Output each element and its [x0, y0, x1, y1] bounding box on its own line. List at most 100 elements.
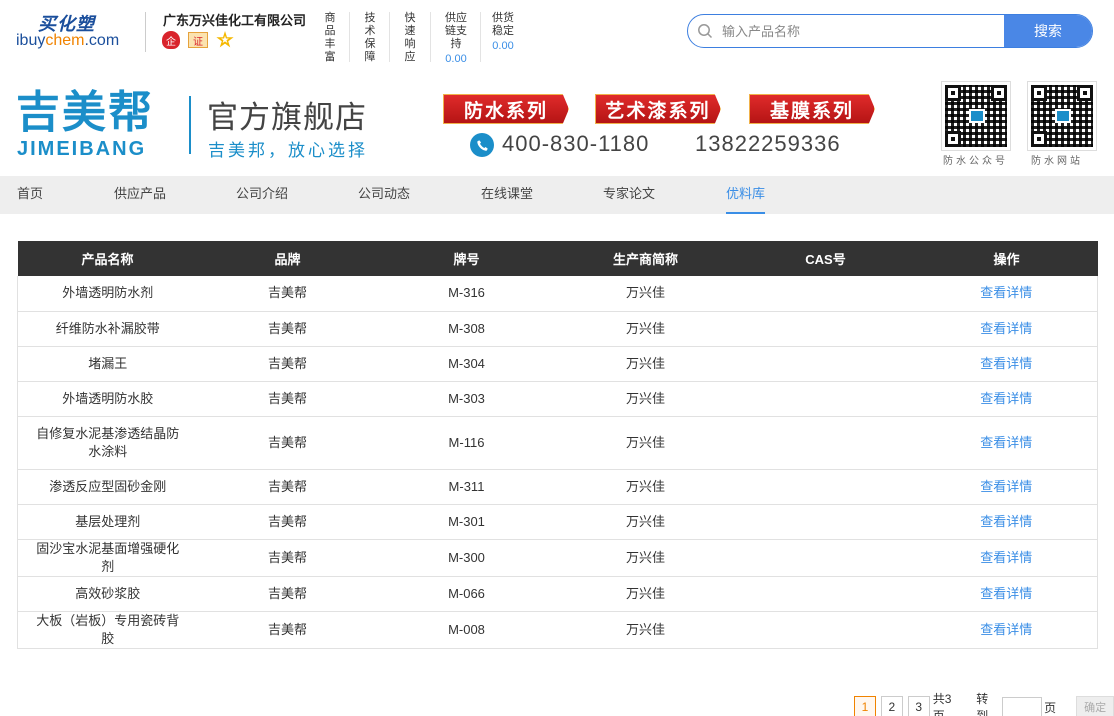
cell-product-name: 大板（岩板）专用瓷砖背胶: [17, 611, 198, 649]
table-row: 渗透反应型固砂金刚 吉美帮 M-311 万兴佳 查看详情: [17, 469, 1098, 505]
cell-product-name: 基层处理剂: [17, 504, 198, 540]
series-waterproof-button[interactable]: 防水系列: [443, 94, 569, 124]
cell-manufacturer: 万兴佳: [555, 576, 736, 612]
table-header-row: 产品名称 品牌 牌号 生产商简称 CAS号 操作: [17, 241, 1098, 276]
view-details-link[interactable]: 查看详情: [980, 321, 1032, 336]
store-nav: 首页 供应产品 公司介绍 公司动态 在线课堂 专家论文 优料库: [0, 176, 1114, 214]
nav-company-intro[interactable]: 公司介绍: [236, 176, 288, 214]
cell-grade: M-311: [377, 469, 556, 505]
search-bar: 搜索: [687, 14, 1093, 48]
phone-icon: [470, 133, 494, 157]
cell-action: 查看详情: [915, 504, 1098, 540]
nav-company-news[interactable]: 公司动态: [358, 176, 410, 214]
cell-brand: 吉美帮: [197, 381, 378, 417]
cell-brand: 吉美帮: [197, 611, 378, 649]
page-input[interactable]: [1002, 697, 1043, 716]
nav-home[interactable]: 首页: [17, 176, 43, 214]
cell-product-name: 外墙透明防水剂: [17, 276, 198, 312]
view-details-link[interactable]: 查看详情: [980, 514, 1032, 529]
search-icon: [688, 15, 722, 47]
cell-brand: 吉美帮: [197, 346, 378, 382]
view-details-link[interactable]: 查看详情: [980, 285, 1032, 300]
view-details-link[interactable]: 查看详情: [980, 435, 1032, 450]
page-1-button[interactable]: 1: [854, 696, 876, 716]
feature-supply-chain: 供应链支持 0.00: [445, 12, 467, 65]
view-details-link[interactable]: 查看详情: [980, 550, 1032, 565]
cell-brand: 吉美帮: [197, 311, 378, 347]
cell-grade: M-066: [377, 576, 556, 612]
page-2-button[interactable]: 2: [880, 696, 903, 716]
nav-products[interactable]: 供应产品: [114, 176, 166, 214]
view-details-link[interactable]: 查看详情: [980, 356, 1032, 371]
enterprise-badge-icon[interactable]: 企: [162, 31, 180, 49]
star-badge-icon[interactable]: ★: [216, 31, 234, 48]
table-row: 大板（岩板）专用瓷砖背胶 吉美帮 M-008 万兴佳 查看详情: [17, 611, 1098, 649]
cell-action: 查看详情: [915, 416, 1098, 470]
divider: [430, 12, 431, 62]
store-slogan: 吉美邦，放心选择: [208, 141, 368, 160]
table-row: 外墙透明防水胶 吉美帮 M-303 万兴佳 查看详情: [17, 381, 1098, 417]
cell-cas: [735, 381, 916, 417]
header-action: 操作: [915, 241, 1098, 276]
cell-action: 查看详情: [915, 346, 1098, 382]
divider: [349, 12, 350, 62]
series-primer-button[interactable]: 基膜系列: [749, 94, 875, 124]
store-title: 官方旗舰店: [207, 100, 367, 135]
nav-expert-papers[interactable]: 专家论文: [603, 176, 655, 214]
mobile-number: 13822259336: [695, 131, 841, 156]
series-art-paint-button[interactable]: 艺术漆系列: [595, 94, 721, 124]
cell-action: 查看详情: [915, 611, 1098, 649]
cell-cas: [735, 576, 916, 612]
qr-code-website-icon[interactable]: [1027, 81, 1097, 151]
cell-grade: M-300: [377, 539, 556, 577]
cell-action: 查看详情: [915, 276, 1098, 312]
top-bar: 买化塑 ibuychem.com 广东万兴佳化工有限公司 企 证 ★ 商品丰富 …: [0, 0, 1114, 72]
cell-cas: [735, 311, 916, 347]
cell-cas: [735, 416, 916, 470]
page-unit: 页: [1044, 700, 1057, 715]
page-3-button[interactable]: 3: [907, 696, 930, 716]
divider: [389, 12, 390, 62]
cell-grade: M-008: [377, 611, 556, 649]
brand-name-cn: 吉美帮: [16, 88, 154, 137]
qr-label-wechat: 防水公众号: [943, 156, 1008, 167]
cell-brand: 吉美帮: [197, 576, 378, 612]
ibuychem-logo[interactable]: 买化塑 ibuychem.com: [16, 8, 128, 56]
cell-action: 查看详情: [915, 539, 1098, 577]
nav-material-library[interactable]: 优料库: [726, 176, 766, 214]
cell-manufacturer: 万兴佳: [555, 346, 736, 382]
page-total: 共3页: [932, 692, 952, 716]
cell-product-name: 固沙宝水泥基面增强硬化剂: [17, 539, 198, 577]
cell-product-name: 渗透反应型固砂金刚: [17, 469, 198, 505]
certification-badges: 企 证 ★: [162, 31, 234, 49]
search-button[interactable]: 搜索: [1004, 15, 1092, 47]
view-details-link[interactable]: 查看详情: [980, 622, 1032, 637]
search-input[interactable]: [722, 15, 1004, 47]
go-button[interactable]: 确定: [1076, 696, 1114, 716]
cell-brand: 吉美帮: [197, 469, 378, 505]
nav-online-class[interactable]: 在线课堂: [481, 176, 533, 214]
cell-action: 查看详情: [915, 311, 1098, 347]
store-banner: 吉美帮 JIMEIBANG 官方旗舰店 吉美邦，放心选择 防水系列 艺术漆系列 …: [0, 74, 1114, 176]
cell-cas: [735, 504, 916, 540]
cell-product-name: 高效砂浆胶: [17, 576, 198, 612]
cell-brand: 吉美帮: [197, 504, 378, 540]
company-name[interactable]: 广东万兴佳化工有限公司: [163, 10, 306, 29]
license-badge-icon[interactable]: 证: [188, 32, 208, 48]
view-details-link[interactable]: 查看详情: [980, 586, 1032, 601]
qr-code-wechat-icon[interactable]: [941, 81, 1011, 151]
table-row: 自修复水泥基渗透结晶防水涂料 吉美帮 M-116 万兴佳 查看详情: [17, 416, 1098, 470]
table-row: 外墙透明防水剂 吉美帮 M-316 万兴佳 查看详情: [17, 276, 1098, 312]
view-details-link[interactable]: 查看详情: [980, 391, 1032, 406]
cell-grade: M-301: [377, 504, 556, 540]
cell-brand: 吉美帮: [197, 416, 378, 470]
header-product-name: 产品名称: [17, 241, 198, 276]
cell-grade: M-316: [377, 276, 556, 312]
view-details-link[interactable]: 查看详情: [980, 479, 1032, 494]
divider: [189, 96, 191, 154]
feature-rich-products: 商品丰富: [324, 12, 336, 63]
cell-product-name: 堵漏王: [17, 346, 198, 382]
cell-product-name: 自修复水泥基渗透结晶防水涂料: [17, 416, 198, 470]
hotline-number: 400-830-1180: [502, 131, 650, 156]
cell-cas: [735, 276, 916, 312]
